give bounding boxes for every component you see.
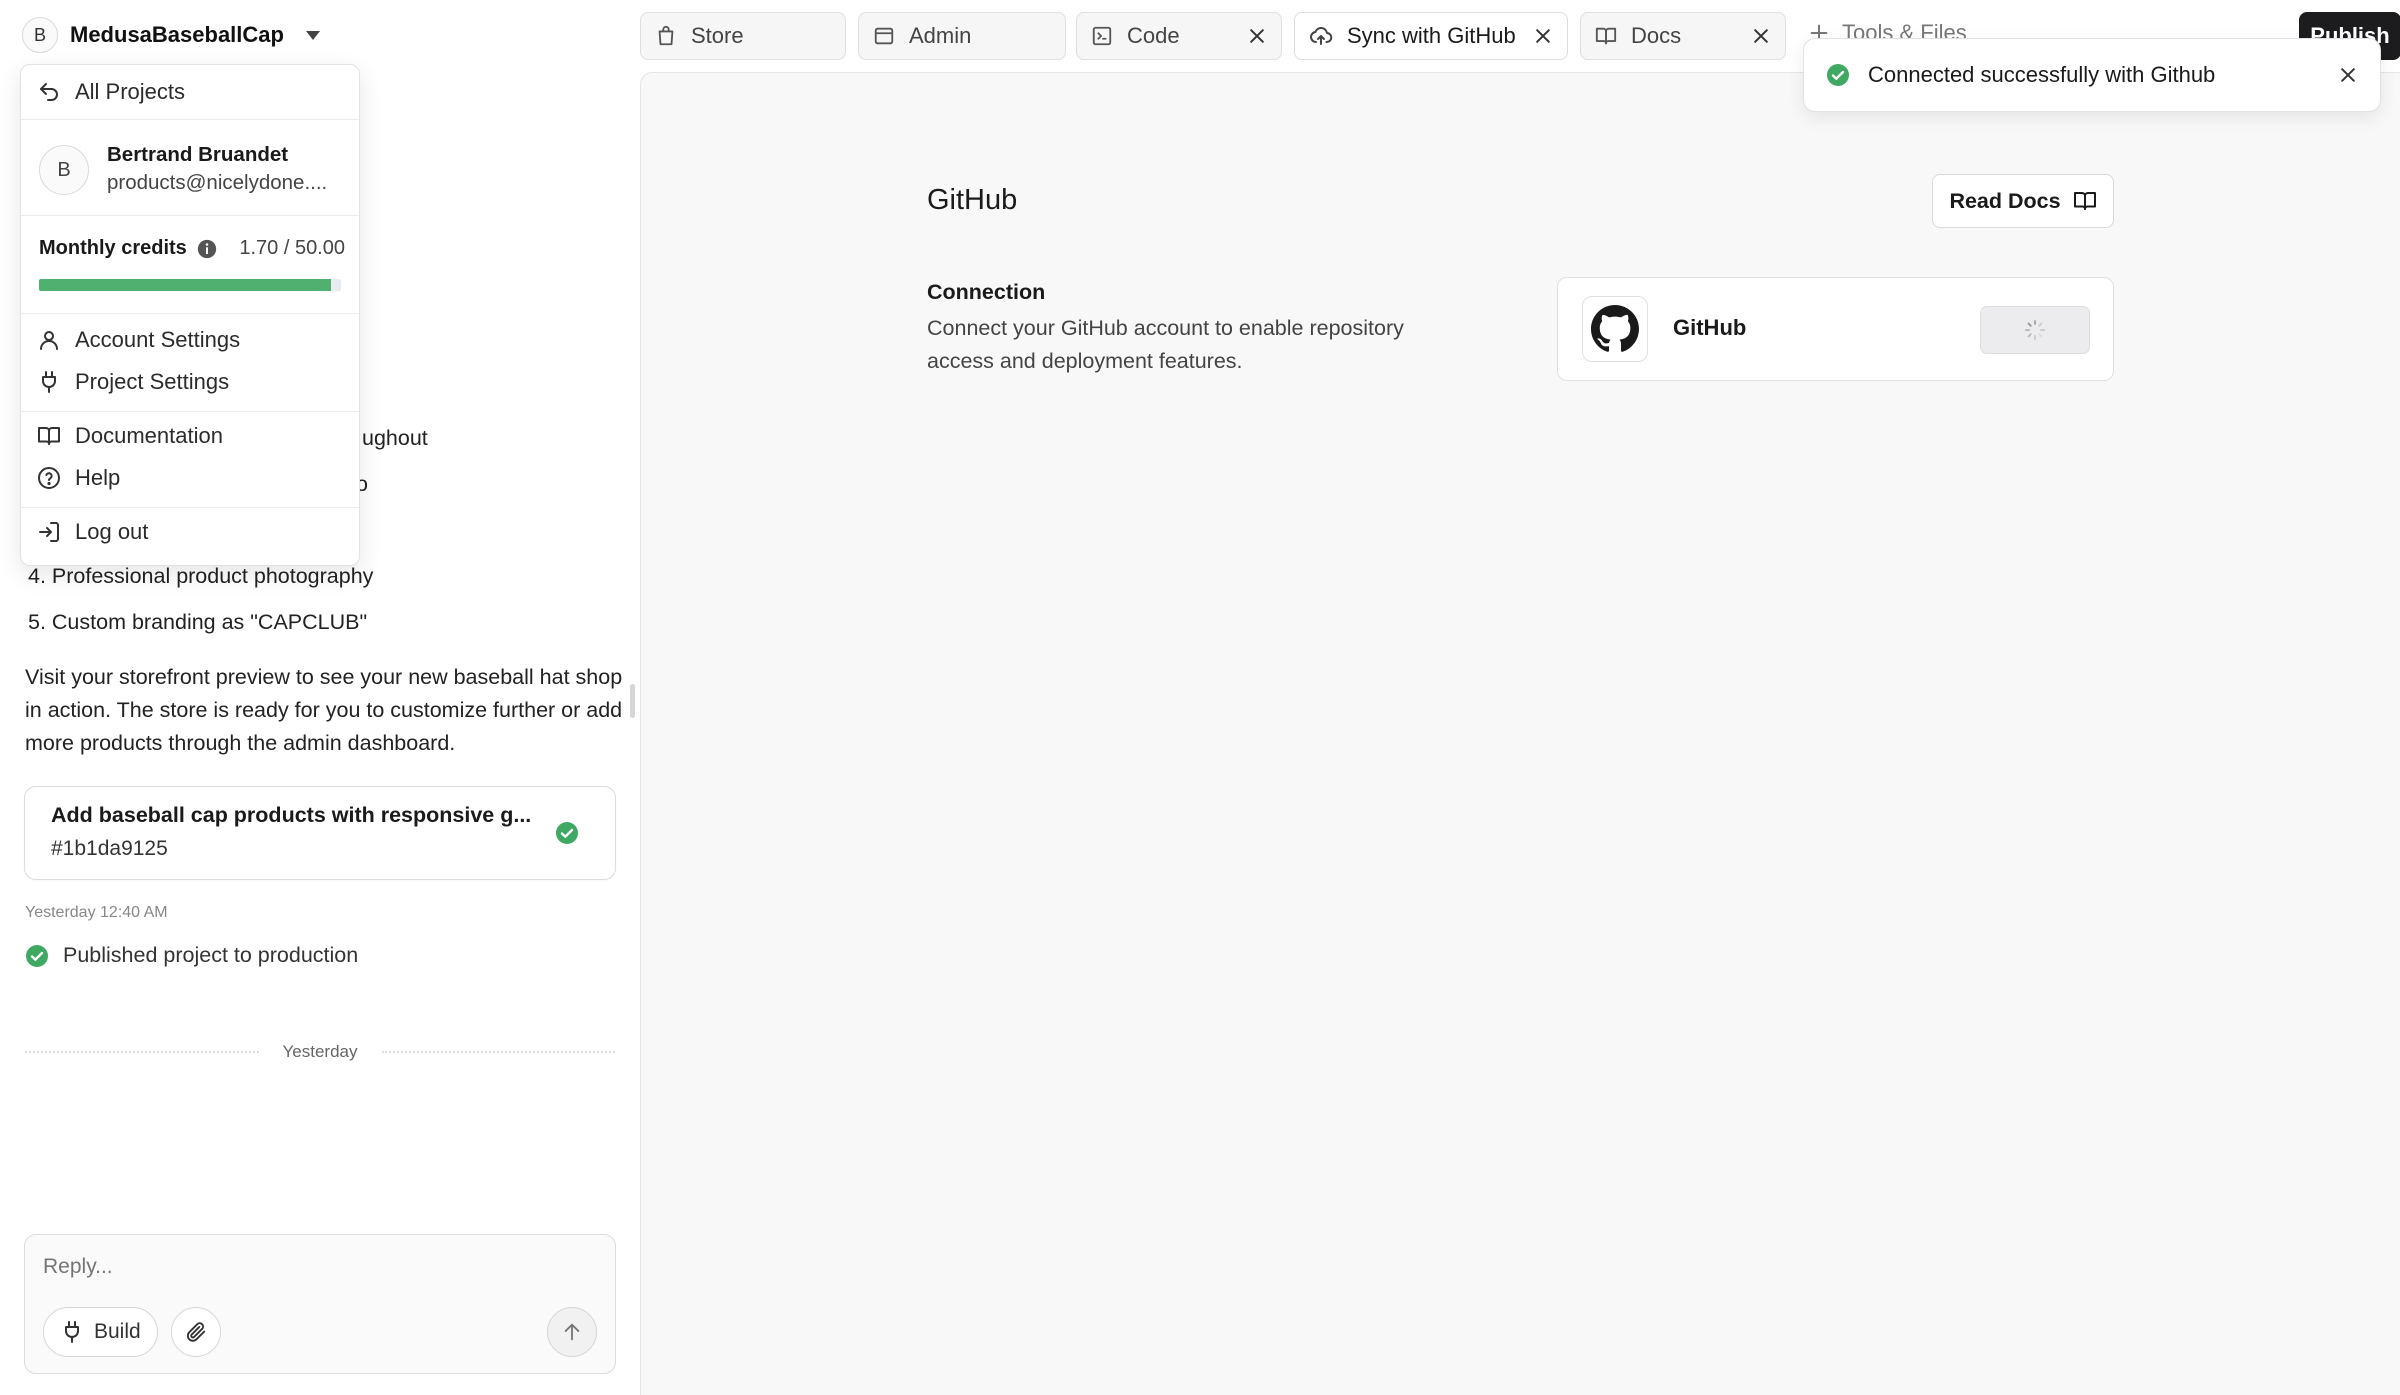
commit-hash: #1b1da9125 — [51, 837, 168, 860]
book-open-icon — [37, 424, 61, 448]
build-button[interactable]: Build — [43, 1307, 158, 1357]
divider-line — [25, 1051, 259, 1053]
build-label: Build — [94, 1320, 141, 1343]
tab-docs[interactable]: Docs — [1580, 12, 1786, 60]
menu-item-documentation[interactable]: Documentation — [37, 423, 223, 449]
menu-item-label: Documentation — [75, 423, 223, 448]
tab-sync-github[interactable]: Sync with GitHub — [1294, 12, 1568, 60]
menu-divider — [21, 119, 359, 120]
arrow-up-icon — [561, 1321, 583, 1343]
project-avatar: B — [22, 17, 58, 53]
book-open-icon — [1595, 25, 1617, 47]
divider-line — [381, 1051, 616, 1053]
project-switcher[interactable]: B MedusaBaseballCap — [22, 16, 320, 54]
menu-item-label: Log out — [75, 519, 149, 544]
help-circle-icon — [37, 466, 61, 490]
main-panel — [640, 72, 2400, 1395]
menu-item-help[interactable]: Help — [37, 465, 120, 491]
date-divider: Yesterday — [25, 1040, 616, 1064]
menu-item-label: All Projects — [75, 79, 186, 104]
divider-label: Yesterday — [282, 1042, 358, 1061]
credits-row: Monthly credits 1.70 / 50.00 — [39, 237, 345, 260]
tab-label: Sync with GitHub — [1347, 23, 1516, 48]
published-status: Published project to production — [25, 943, 358, 968]
send-button[interactable] — [547, 1307, 597, 1357]
menu-divider — [21, 215, 359, 216]
reply-composer: Build — [24, 1234, 616, 1374]
user-name: Bertrand Bruandet — [107, 143, 289, 166]
account-menu: All Projects B Bertrand Bruandet product… — [20, 64, 360, 566]
caret-down-icon — [305, 30, 320, 40]
connect-button-loading[interactable] — [1980, 306, 2090, 354]
book-open-icon — [2073, 189, 2097, 213]
menu-item-label: Help — [75, 465, 121, 490]
connection-label: Connection — [927, 280, 1046, 304]
list-item: 5. Custom branding as "CAPCLUB" — [28, 610, 368, 634]
project-name: MedusaBaseballCap — [70, 22, 284, 47]
github-card-name: GitHub — [1673, 315, 1747, 340]
attach-button[interactable] — [171, 1307, 221, 1357]
log-out-icon — [37, 520, 61, 544]
github-connection-card: GitHub — [1557, 277, 2114, 381]
user-avatar: B — [39, 145, 89, 195]
plug-icon — [60, 1320, 84, 1344]
info-icon[interactable] — [197, 239, 217, 259]
published-label: Published project to production — [63, 943, 359, 967]
tab-label: Admin — [909, 23, 972, 48]
chat-message: Visit your storefront preview to see you… — [25, 665, 623, 755]
menu-divider — [21, 411, 359, 412]
close-icon[interactable] — [1533, 26, 1553, 46]
read-docs-label: Read Docs — [1949, 188, 2061, 213]
tab-store[interactable]: Store — [640, 12, 846, 60]
user-email: products@nicelydone.... — [107, 171, 328, 194]
close-icon[interactable] — [2338, 65, 2358, 85]
plug-icon — [37, 370, 61, 394]
user-icon — [37, 328, 61, 352]
tab-label: Code — [1127, 23, 1180, 48]
chat-line-fragment: ughout — [362, 426, 428, 450]
timestamp: Yesterday 12:40 AM — [25, 904, 168, 921]
tab-code[interactable]: Code — [1076, 12, 1282, 60]
menu-item-project-settings[interactable]: Project Settings — [37, 369, 229, 395]
tab-label: Docs — [1631, 23, 1682, 48]
menu-item-log-out[interactable]: Log out — [37, 519, 148, 545]
read-docs-button[interactable]: Read Docs — [1932, 174, 2114, 228]
shopping-bag-icon — [655, 25, 677, 47]
menu-item-label: Project Settings — [75, 369, 230, 394]
menu-divider — [21, 507, 359, 508]
menu-item-label: Account Settings — [75, 327, 241, 352]
tab-label: Store — [691, 23, 744, 48]
credits-value: 1.70 / 50.00 — [239, 237, 345, 259]
commit-card[interactable]: Add baseball cap products with responsiv… — [24, 786, 616, 880]
page-title: GitHub — [927, 184, 1018, 216]
credits-label: Monthly credits — [39, 237, 187, 259]
success-toast: Connected successfully with Github — [1803, 38, 2381, 112]
check-circle-icon — [555, 821, 579, 845]
connection-description: Connect your GitHub account to enable re… — [927, 316, 1404, 373]
spinner-icon — [2023, 318, 2047, 342]
credits-progress — [39, 279, 341, 291]
github-logo — [1582, 296, 1648, 362]
menu-item-all-projects[interactable]: All Projects — [37, 79, 185, 105]
menu-divider — [21, 313, 359, 314]
tab-admin[interactable]: Admin — [858, 12, 1066, 60]
credits-progress-fill — [39, 279, 331, 291]
close-icon[interactable] — [1247, 26, 1267, 46]
back-arrow-icon — [37, 80, 61, 104]
menu-item-account-settings[interactable]: Account Settings — [37, 327, 240, 353]
terminal-icon — [1091, 25, 1113, 47]
paperclip-icon — [185, 1321, 207, 1343]
reply-input[interactable] — [43, 1255, 583, 1279]
cloud-upload-icon — [1309, 24, 1333, 48]
close-icon[interactable] — [1751, 26, 1771, 46]
panel-resize-handle[interactable] — [630, 684, 635, 718]
toast-message: Connected successfully with Github — [1868, 62, 2216, 87]
commit-title: Add baseball cap products with responsiv… — [51, 803, 532, 827]
window-icon — [873, 25, 895, 47]
check-circle-icon — [1826, 63, 1850, 87]
check-circle-icon — [25, 944, 49, 968]
